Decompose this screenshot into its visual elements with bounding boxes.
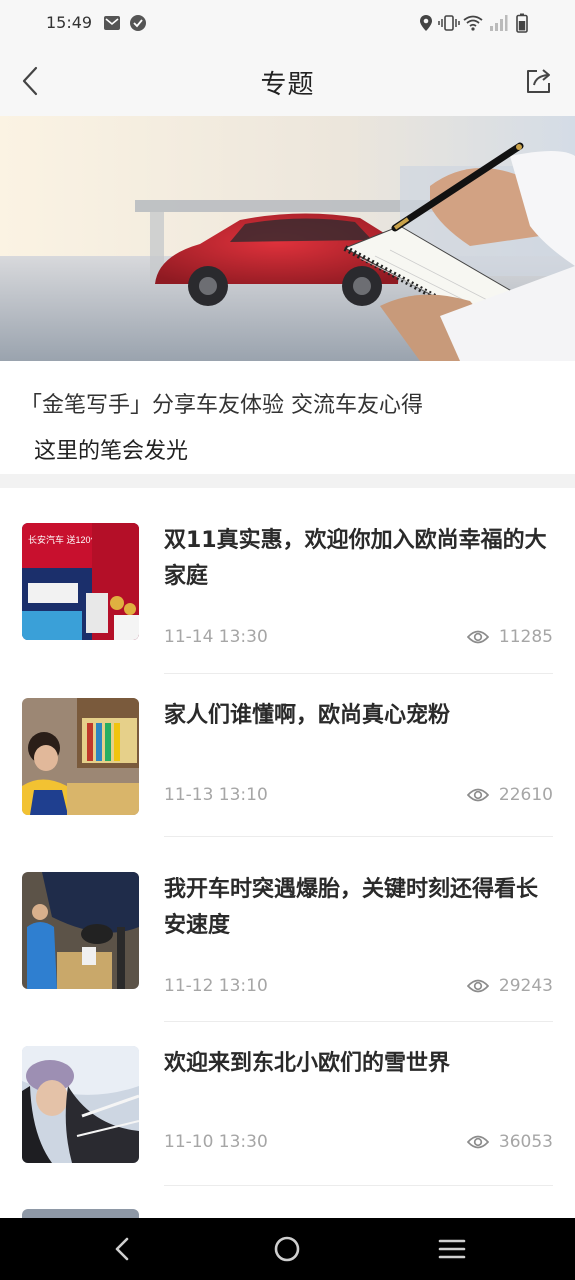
article-views: 11285 xyxy=(466,627,553,647)
page-title: 专题 xyxy=(260,70,315,100)
nav-menu-button[interactable] xyxy=(432,1232,472,1266)
views-count: 22610 xyxy=(498,785,553,805)
article-date: 11-13 13:10 xyxy=(164,785,268,805)
topic-banner-image[interactable] xyxy=(0,116,575,361)
system-navigation-bar xyxy=(0,1218,575,1280)
article-views: 36053 xyxy=(466,1132,553,1152)
article-thumbnail xyxy=(22,872,139,989)
article-thumbnail: 长安汽车 送120亿 11.11大促开启 xyxy=(22,523,139,640)
list-divider xyxy=(164,673,553,674)
views-count: 29243 xyxy=(498,976,553,996)
article-title: 我开车时突遇爆胎，关键时刻还得看长安速度 xyxy=(164,877,539,938)
article-date: 11-14 13:30 xyxy=(164,627,268,647)
status-bar: 15:49 xyxy=(0,0,575,46)
eye-icon xyxy=(466,788,489,802)
battery-icon xyxy=(514,13,530,33)
views-count: 36053 xyxy=(498,1132,553,1152)
views-count: 11285 xyxy=(498,627,553,647)
article-views: 29243 xyxy=(466,976,553,996)
article-thumbnail-partial xyxy=(22,1209,139,1218)
vibrate-icon xyxy=(438,13,460,33)
wifi-icon xyxy=(462,13,484,33)
share-button[interactable] xyxy=(523,64,555,98)
top-app-bar: 专题 xyxy=(0,46,575,116)
menu-lines-icon xyxy=(438,1239,466,1259)
article-views: 22610 xyxy=(466,785,553,805)
eye-icon xyxy=(466,1135,489,1149)
article-title: 家人们谁懂啊，欧尚真心宠粉 xyxy=(164,703,451,728)
circle-home-icon xyxy=(274,1236,300,1262)
article-title: 双11真实惠，欢迎你加入欧尚幸福的大家庭 xyxy=(164,528,547,589)
list-divider xyxy=(164,1021,553,1022)
article-item[interactable]: 欢迎来到东北小欧们的雪世界 11-10 13:30 36053 xyxy=(22,1046,553,1163)
eye-icon xyxy=(466,630,489,644)
article-item[interactable]: 家人们谁懂啊，欧尚真心宠粉 11-13 13:10 22610 xyxy=(22,698,553,815)
topic-intro: 「金笔写手」分享车友体验 交流车友心得 这里的笔会发光 xyxy=(0,361,575,474)
share-icon xyxy=(527,69,550,93)
gmail-notification-icon xyxy=(102,13,122,33)
article-item[interactable]: 长安汽车 送120亿 11.11大促开启 双11真实惠，欢迎你加入欧尚幸福的大家… xyxy=(22,523,553,648)
nav-back-button[interactable] xyxy=(102,1232,142,1266)
article-date: 11-12 13:10 xyxy=(164,976,268,996)
article-date: 11-10 13:30 xyxy=(164,1132,268,1152)
status-time: 15:49 xyxy=(46,13,93,32)
article-thumbnail xyxy=(22,698,139,815)
eye-icon xyxy=(466,979,489,993)
car-and-writing-hand-illustration xyxy=(0,116,575,361)
intro-tagline: 「金笔写手」分享车友体验 交流车友心得 xyxy=(20,393,423,418)
check-circle-icon xyxy=(128,13,148,33)
list-divider xyxy=(164,836,553,837)
list-divider xyxy=(164,1185,553,1186)
intro-subtitle: 这里的笔会发光 xyxy=(34,439,189,464)
section-divider xyxy=(0,474,575,488)
article-title: 欢迎来到东北小欧们的雪世界 xyxy=(164,1051,451,1076)
location-icon xyxy=(418,13,434,33)
article-item[interactable]: 我开车时突遇爆胎，关键时刻还得看长安速度 11-12 13:10 29243 xyxy=(22,872,553,997)
article-thumbnail xyxy=(22,1046,139,1163)
nav-home-button[interactable] xyxy=(267,1232,307,1266)
triangle-back-icon xyxy=(115,1237,129,1261)
signal-icon xyxy=(488,13,508,33)
